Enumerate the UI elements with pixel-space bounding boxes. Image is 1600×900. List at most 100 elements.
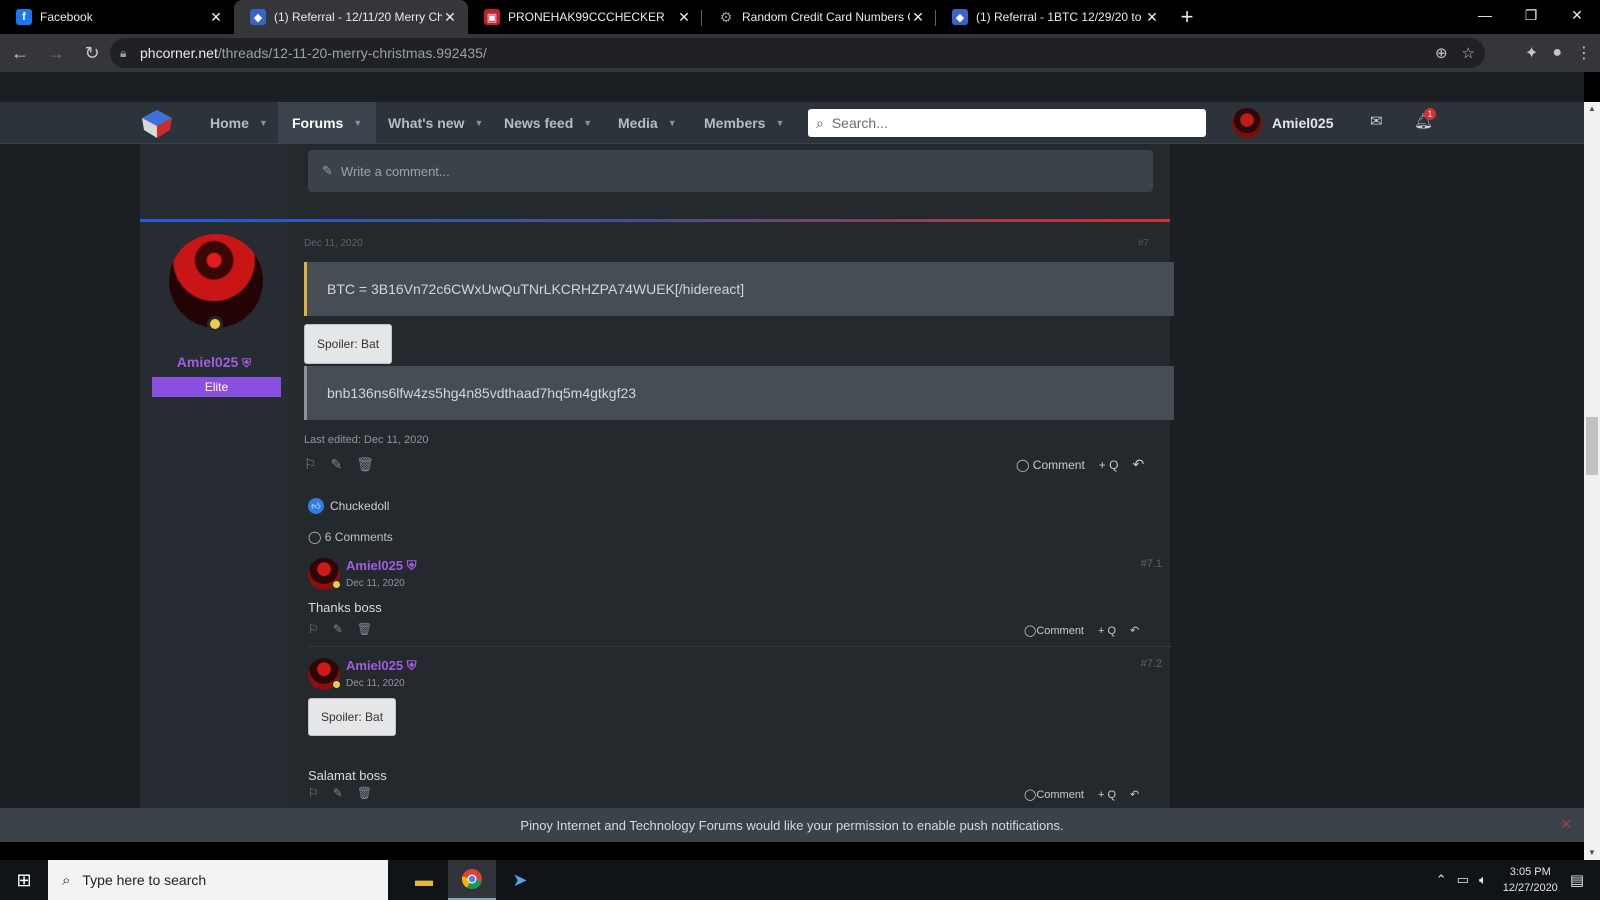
forum-search-input[interactable]: ⌕ Search... bbox=[808, 109, 1206, 137]
tab-pronehak[interactable]: ▣ PRONEHAK99CCCHECKER ✕ bbox=[468, 0, 702, 34]
close-icon[interactable]: ✕ bbox=[1144, 9, 1160, 26]
back-icon[interactable]: ← bbox=[4, 37, 36, 69]
close-icon[interactable]: ✕ bbox=[676, 9, 692, 26]
nav-label: What's new bbox=[388, 115, 465, 131]
comment-date[interactable]: Dec 11, 2020 bbox=[346, 578, 405, 589]
spoiler-button[interactable]: Spoiler: Bat bbox=[308, 698, 397, 736]
inbox-envelope-icon[interactable]: ✉ bbox=[1370, 112, 1383, 130]
tab-referral-merry-christmas[interactable]: ◆ (1) Referral - 12/11/20 Merry Chri ✕ bbox=[234, 0, 468, 34]
chevron-up-icon[interactable]: ⌃ bbox=[1436, 872, 1447, 888]
nav-news-feed[interactable]: News feed ▼ bbox=[490, 102, 606, 144]
reply-icon[interactable]: ↶ bbox=[1130, 788, 1139, 801]
chevron-down-icon[interactable]: ▼ bbox=[668, 118, 677, 128]
chevron-down-icon[interactable]: ▼ bbox=[775, 118, 784, 128]
file-explorer-icon[interactable]: ▬ bbox=[400, 860, 448, 900]
comment-number[interactable]: #7.1 bbox=[1141, 558, 1162, 570]
edit-icon[interactable]: ✎ bbox=[331, 456, 343, 473]
comment-author[interactable]: Amiel025 ⛨ bbox=[346, 658, 416, 674]
screen: { "browser": { "tabs": [ {"label": "Face… bbox=[0, 0, 1600, 900]
taskbar-search-input[interactable]: ⌕ Type here to search bbox=[48, 860, 388, 900]
comment-date[interactable]: Dec 11, 2020 bbox=[346, 678, 405, 689]
close-icon[interactable]: ✕ bbox=[208, 9, 224, 26]
page-scrollbar[interactable]: ▲ ▼ bbox=[1584, 102, 1600, 860]
trash-icon[interactable]: 🗑︎ bbox=[357, 786, 372, 800]
edit-icon[interactable]: ✎ bbox=[333, 622, 343, 636]
nav-label: Members bbox=[704, 115, 766, 131]
list-item: Amiel025 ⛨ Dec 11, 2020 #7.2 bbox=[308, 658, 1172, 798]
reload-icon[interactable]: ↻ bbox=[76, 37, 108, 69]
address-bar[interactable]: 🔒︎ phcorner.net/threads/12-11-20-merry-c… bbox=[110, 38, 1485, 68]
comment-number[interactable]: #7.2 bbox=[1141, 658, 1162, 670]
comment-button[interactable]: ◯ Comment bbox=[1016, 458, 1085, 472]
close-window-icon[interactable]: ✕ bbox=[1554, 0, 1600, 30]
close-icon[interactable]: ✕ bbox=[1560, 816, 1572, 833]
extensions-icon[interactable]: ✦ bbox=[1525, 43, 1538, 63]
reactions-bar[interactable]: 👍︎ Chuckedoll bbox=[308, 498, 389, 514]
chevron-down-icon[interactable]: ▼ bbox=[353, 118, 362, 128]
scroll-up-icon[interactable]: ▲ bbox=[1584, 102, 1600, 116]
nav-whats-new[interactable]: What's new ▼ bbox=[374, 102, 497, 144]
write-comment-input[interactable]: ✎ Write a comment... bbox=[308, 150, 1153, 192]
alert-count-badge: 1 bbox=[1424, 108, 1436, 120]
forward-icon[interactable]: → bbox=[40, 37, 72, 69]
quote-button[interactable]: + Q bbox=[1098, 625, 1116, 637]
install-icon[interactable]: ⊕ bbox=[1435, 44, 1448, 62]
account-link[interactable]: Amiel025 bbox=[1232, 102, 1333, 144]
chevron-down-icon[interactable]: ▼ bbox=[259, 118, 268, 128]
comment-button[interactable]: ◯Comment bbox=[1024, 788, 1084, 801]
quote-button[interactable]: + Q bbox=[1098, 789, 1116, 801]
comments-count[interactable]: ◯ 6 Comments bbox=[308, 530, 393, 544]
tab-label: Facebook bbox=[40, 10, 93, 24]
nav-home[interactable]: Home ▼ bbox=[196, 102, 282, 144]
minimize-icon[interactable]: — bbox=[1462, 0, 1508, 30]
tab-facebook[interactable]: f Facebook ✕ bbox=[0, 0, 234, 34]
chevron-down-icon[interactable]: ▼ bbox=[474, 118, 483, 128]
post-author-name[interactable]: Amiel025 ⛨ bbox=[140, 354, 288, 371]
telegram-icon[interactable]: ➤ bbox=[496, 860, 544, 900]
trash-icon[interactable]: 🗑︎ bbox=[357, 622, 372, 636]
network-icon[interactable]: ▭ bbox=[1457, 872, 1469, 888]
nav-label: News feed bbox=[504, 115, 574, 131]
reply-icon[interactable]: ↶ bbox=[1132, 456, 1144, 473]
comment-author[interactable]: Amiel025 ⛨ bbox=[346, 558, 416, 574]
comment-label: Comment bbox=[1032, 457, 1085, 472]
new-tab-button[interactable]: + bbox=[1170, 0, 1204, 34]
nav-media[interactable]: Media ▼ bbox=[604, 102, 691, 144]
restore-icon[interactable]: ❐ bbox=[1508, 0, 1554, 30]
nav-label: Media bbox=[618, 115, 658, 131]
chrome-icon[interactable] bbox=[448, 860, 496, 900]
spoiler-button[interactable]: Spoiler: Bat bbox=[304, 324, 393, 364]
notifications-icon[interactable]: ▤ bbox=[1570, 871, 1584, 889]
nav-members[interactable]: Members ▼ bbox=[690, 102, 798, 144]
tab-label: Random Credit Card Numbers Ge bbox=[742, 10, 910, 24]
close-icon[interactable]: ✕ bbox=[442, 9, 458, 26]
flag-icon[interactable]: ⚐ bbox=[308, 786, 319, 800]
scroll-down-icon[interactable]: ▼ bbox=[1584, 846, 1600, 860]
edit-icon[interactable]: ✎ bbox=[333, 786, 343, 800]
tab-label: (1) Referral - 1BTC 12/29/20 to 12/ bbox=[976, 10, 1144, 24]
quote-button[interactable]: + Q bbox=[1099, 458, 1119, 472]
avatar[interactable] bbox=[169, 234, 263, 328]
liker-name[interactable]: Chuckedoll bbox=[330, 499, 389, 513]
profile-icon[interactable]: ● bbox=[1552, 44, 1562, 62]
trash-icon[interactable]: 🗑︎ bbox=[356, 456, 374, 473]
scroll-thumb[interactable] bbox=[1586, 417, 1598, 475]
menu-kebab-icon[interactable]: ⋮ bbox=[1576, 43, 1592, 63]
phcorner-logo[interactable] bbox=[140, 108, 174, 140]
windows-start-icon[interactable]: ⊞ bbox=[0, 860, 48, 900]
tab-random-credit-card[interactable]: ⚙ Random Credit Card Numbers Ge ✕ bbox=[702, 0, 936, 34]
nav-forums[interactable]: Forums ▼ bbox=[278, 102, 377, 144]
comment-button[interactable]: ◯Comment bbox=[1024, 624, 1084, 637]
clock[interactable]: 3:05 PM 12/27/2020 bbox=[1503, 864, 1558, 896]
flag-icon[interactable]: ⚐ bbox=[304, 456, 317, 473]
post-date[interactable]: Dec 11, 2020 bbox=[304, 238, 363, 249]
reply-icon[interactable]: ↶ bbox=[1130, 624, 1139, 637]
post-number[interactable]: #7 bbox=[1138, 238, 1149, 249]
close-icon[interactable]: ✕ bbox=[910, 9, 926, 26]
clock-date: 12/27/2020 bbox=[1502, 882, 1558, 894]
flag-icon[interactable]: ⚐ bbox=[308, 622, 319, 636]
tab-referral-1btc[interactable]: ◆ (1) Referral - 1BTC 12/29/20 to 12/ ✕ bbox=[936, 0, 1170, 34]
chevron-down-icon[interactable]: ▼ bbox=[583, 118, 592, 128]
volume-icon[interactable]: 🔈︎ bbox=[1479, 872, 1487, 888]
bookmark-star-icon[interactable]: ☆ bbox=[1462, 44, 1475, 62]
